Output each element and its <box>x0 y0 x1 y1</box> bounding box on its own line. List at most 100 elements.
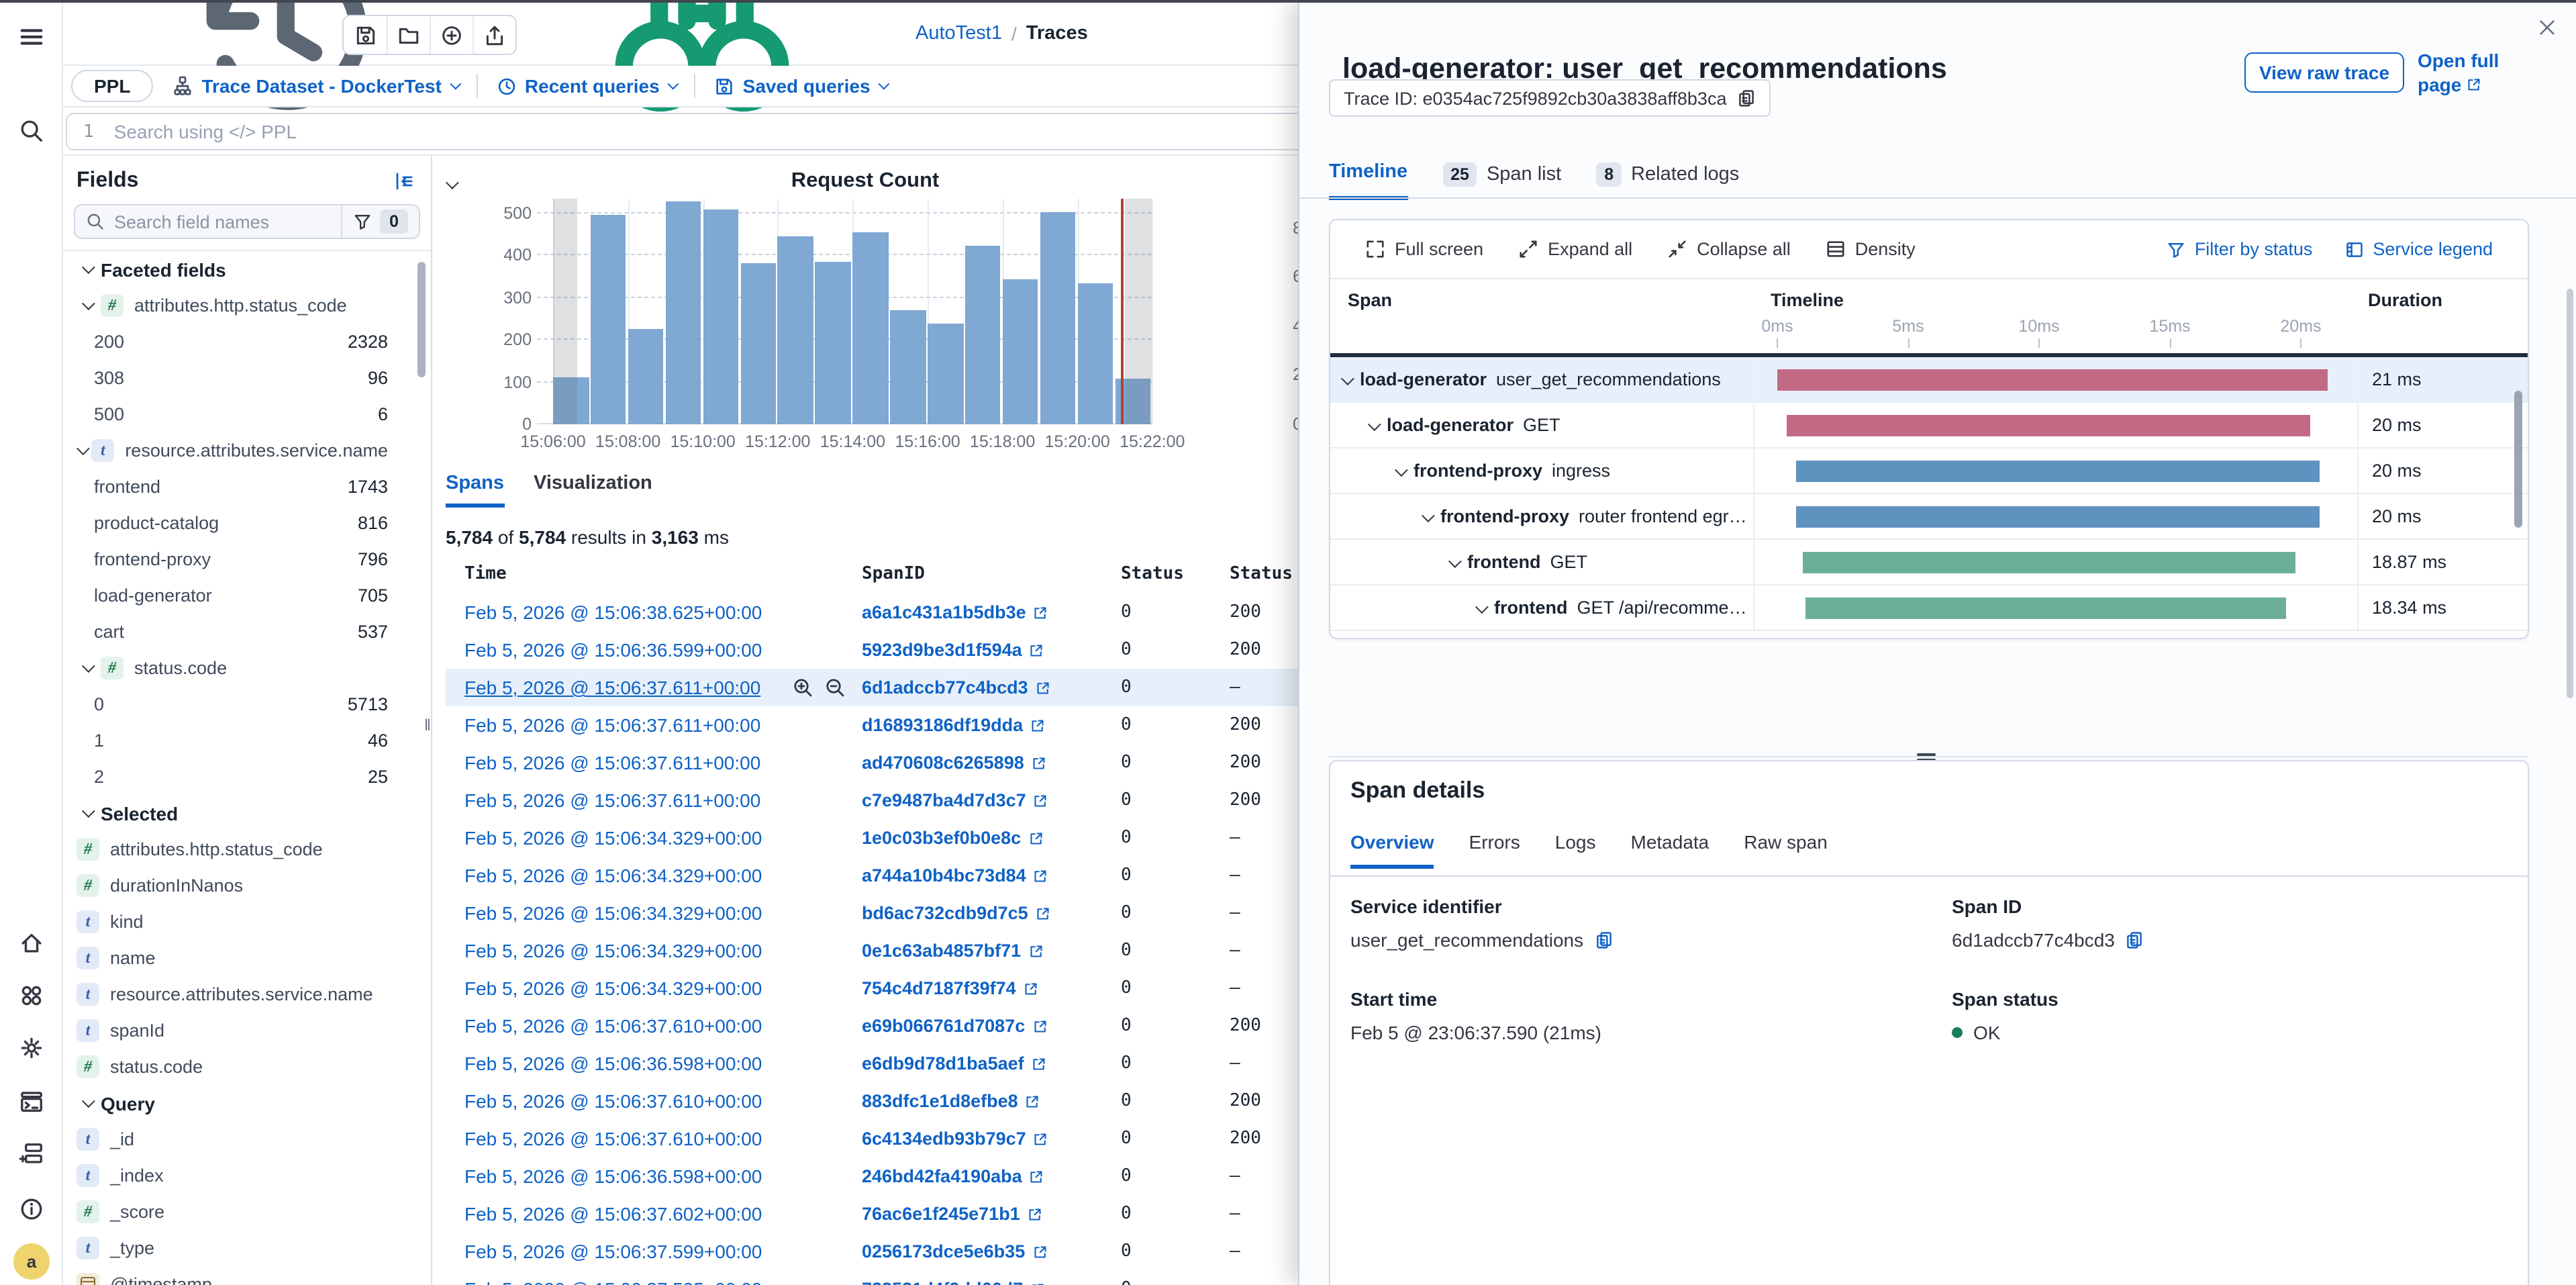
span-duration-bar[interactable] <box>1802 552 2296 573</box>
timeline-span-row[interactable]: frontendGET 18.87 ms <box>1330 540 2528 585</box>
timeline-span-row[interactable]: load-generatorGET 20 ms <box>1330 403 2528 448</box>
field-list-row[interactable]: Faceted fields <box>63 251 431 287</box>
field-list-row[interactable]: product-catalog 816 <box>63 505 431 541</box>
span-table-row[interactable]: Feb 5, 2026 @ 15:06:37.611+00:00 c7e9487… <box>446 781 1399 819</box>
chevron-down-icon[interactable] <box>1395 463 1408 477</box>
chevron-down-icon[interactable] <box>1475 600 1489 614</box>
field-list-row[interactable]: # _score <box>63 1194 431 1230</box>
field-list-row[interactable]: # status.code <box>63 650 431 686</box>
filter-by-status-button[interactable]: Filter by status <box>2167 239 2313 259</box>
chart-bar[interactable] <box>1040 212 1075 424</box>
field-list-row[interactable]: # attributes.http.status_code <box>63 831 431 867</box>
close-icon[interactable] <box>2537 17 2557 38</box>
chart-bar[interactable] <box>815 263 851 424</box>
copy-icon[interactable] <box>1594 931 1613 949</box>
span-details-tab[interactable]: Logs <box>1555 831 1596 869</box>
span-duration-bar[interactable] <box>1787 415 2310 436</box>
collapse-sidebar-icon[interactable] <box>393 171 415 192</box>
trace-id-chip[interactable]: Trace ID: e0354ac725f9892cb30a3838aff8b3… <box>1329 79 1771 117</box>
span-id-link[interactable]: 0e1c63ab4857bf71 <box>862 941 1044 961</box>
external-link-icon[interactable] <box>1033 792 1049 808</box>
chevron-down-icon[interactable] <box>1422 509 1435 522</box>
span-time-link[interactable]: Feb 5, 2026 @ 15:06:37.611+00:00 <box>464 752 760 773</box>
chart-bar[interactable] <box>628 330 664 424</box>
field-list-row[interactable]: t spanId <box>63 1012 431 1049</box>
chart-bar[interactable] <box>778 236 813 424</box>
field-list-row[interactable]: 500 6 <box>63 396 431 432</box>
span-table-row[interactable]: Feb 5, 2026 @ 15:06:37.610+00:00 e69b066… <box>446 1007 1399 1045</box>
external-link-icon[interactable] <box>1025 1093 1041 1109</box>
span-time-link[interactable]: Feb 5, 2026 @ 15:06:36.598+00:00 <box>464 1165 762 1187</box>
field-list-row[interactable]: 2 25 <box>63 759 431 795</box>
query-language-button[interactable]: PPL <box>71 70 153 102</box>
span-table-row[interactable]: Feb 5, 2026 @ 15:06:37.602+00:00 76ac6e1… <box>446 1195 1399 1233</box>
external-link-icon[interactable] <box>1028 830 1044 846</box>
field-list-row[interactable]: # status.code <box>63 1049 431 1085</box>
external-link-icon[interactable] <box>1035 905 1051 921</box>
zoom-out-icon[interactable] <box>824 677 846 698</box>
external-link-icon[interactable] <box>1028 943 1044 959</box>
span-time-link[interactable]: Feb 5, 2026 @ 15:06:38.625+00:00 <box>464 602 762 623</box>
external-link-icon[interactable] <box>1035 679 1051 696</box>
span-id-link[interactable]: 0256173dce5e6b35 <box>862 1241 1048 1262</box>
span-id-link[interactable]: 883dfc1e1d8efbe8 <box>862 1091 1041 1111</box>
add-panel-icon[interactable] <box>19 1141 44 1167</box>
chart-bar[interactable] <box>965 246 1001 424</box>
span-table-row[interactable]: Feb 5, 2026 @ 15:06:37.599+00:00 0256173… <box>446 1233 1399 1270</box>
col-header-spanid[interactable]: SpanID <box>862 564 925 584</box>
apps-icon[interactable] <box>19 983 44 1008</box>
dataset-selector[interactable]: Trace Dataset - DockerTest <box>172 75 457 97</box>
sidebar-scrollbar[interactable] <box>417 262 426 377</box>
span-duration-bar[interactable] <box>1795 506 2319 528</box>
span-time-link[interactable]: Feb 5, 2026 @ 15:06:37.595+00:00 <box>464 1278 762 1285</box>
external-link-icon[interactable] <box>1023 980 1039 996</box>
field-list-row[interactable]: @timestamp <box>63 1266 431 1285</box>
span-time-link[interactable]: Feb 5, 2026 @ 15:06:36.599+00:00 <box>464 639 762 661</box>
span-time-link[interactable]: Feb 5, 2026 @ 15:06:37.610+00:00 <box>464 1015 762 1037</box>
span-id-link[interactable]: 723531d4f9dd66d7 <box>862 1279 1046 1285</box>
ppl-query-input[interactable]: 1 Search using </> PPL <box>66 113 1316 150</box>
span-table-row[interactable]: Feb 5, 2026 @ 15:06:37.595+00:00 723531d… <box>446 1270 1399 1285</box>
chart-bar[interactable] <box>591 215 626 424</box>
external-link-icon[interactable] <box>1033 1131 1049 1147</box>
span-duration-bar[interactable] <box>1777 369 2327 391</box>
field-list-row[interactable]: 1 46 <box>63 722 431 759</box>
span-time-link[interactable]: Feb 5, 2026 @ 15:06:37.610+00:00 <box>464 1090 762 1112</box>
flyout-tab[interactable]: Timeline <box>1329 161 1407 200</box>
field-list-row[interactable]: frontend-proxy 796 <box>63 541 431 577</box>
span-time-link[interactable]: Feb 5, 2026 @ 15:06:34.329+00:00 <box>464 902 762 924</box>
flyout-scrollbar[interactable] <box>2567 289 2573 698</box>
open-full-page-link[interactable]: Open full page <box>2418 48 2525 97</box>
search-icon[interactable] <box>19 118 44 144</box>
field-list-row[interactable]: t _index <box>63 1157 431 1194</box>
external-link-icon[interactable] <box>1033 604 1049 620</box>
results-tab[interactable]: Spans <box>446 473 504 508</box>
timeline-span-row[interactable]: frontend-proxyrouter frontend egr… 20 ms <box>1330 494 2528 540</box>
external-link-icon[interactable] <box>1031 755 1047 771</box>
field-list-row[interactable]: 308 96 <box>63 360 431 396</box>
chevron-down-icon[interactable] <box>1368 418 1381 431</box>
span-id-link[interactable]: 5923d9be3d1f594a <box>862 640 1045 660</box>
request-count-chart[interactable]: 15:06:0015:08:0015:10:0015:12:0015:14:00… <box>537 199 1152 424</box>
external-link-icon[interactable] <box>1033 867 1049 884</box>
expand-all-button[interactable]: Expand all <box>1518 239 1632 259</box>
span-id-link[interactable]: 76ac6e1f245e71b1 <box>862 1204 1043 1224</box>
span-id-link[interactable]: ad470608c6265898 <box>862 753 1047 773</box>
span-table-row[interactable]: Feb 5, 2026 @ 15:06:37.611+00:00 ad47060… <box>446 744 1399 781</box>
span-table-row[interactable]: Feb 5, 2026 @ 15:06:37.610+00:00 883dfc1… <box>446 1082 1399 1120</box>
flyout-tab[interactable]: 25 Span list <box>1442 162 1561 199</box>
open-folder-button[interactable] <box>387 16 430 54</box>
external-link-icon[interactable] <box>1027 1206 1043 1222</box>
span-table-row[interactable]: Feb 5, 2026 @ 15:06:37.610+00:00 6c4134e… <box>446 1120 1399 1157</box>
chart-bar[interactable] <box>890 310 926 424</box>
new-item-button[interactable] <box>430 16 473 54</box>
span-table-row[interactable]: Feb 5, 2026 @ 15:06:36.598+00:00 246bd42… <box>446 1157 1399 1195</box>
span-id-link[interactable]: 6d1adccb77c4bcd3 <box>862 677 1051 698</box>
span-id-link[interactable]: e6db9d78d1ba5aef <box>862 1053 1047 1074</box>
span-table-row[interactable]: Feb 5, 2026 @ 15:06:34.329+00:00 1e0c03b… <box>446 819 1399 857</box>
span-table-row[interactable]: Feb 5, 2026 @ 15:06:37.611+00:00 d168931… <box>446 706 1399 744</box>
span-table-row[interactable]: Feb 5, 2026 @ 15:06:36.599+00:00 5923d9b… <box>446 631 1399 669</box>
chevron-down-icon[interactable] <box>1448 555 1462 568</box>
field-list-row[interactable]: cart 537 <box>63 614 431 650</box>
chart-bar[interactable] <box>928 323 963 424</box>
